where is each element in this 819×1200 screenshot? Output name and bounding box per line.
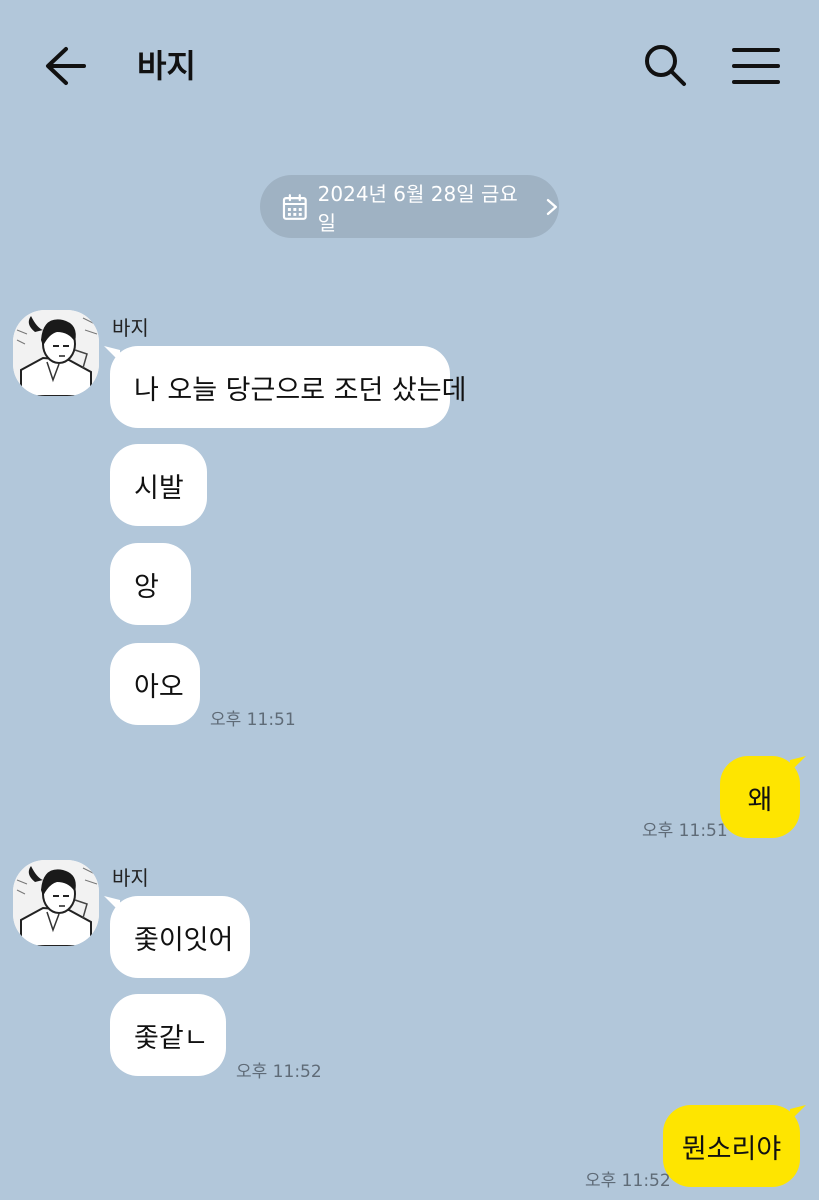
- profile-image: [13, 310, 99, 396]
- date-label: 2024년 6월 28일 금요일: [317, 181, 518, 235]
- search-icon: [645, 45, 686, 86]
- calendar-icon: [282, 193, 307, 220]
- back-arrow-icon: [46, 47, 86, 85]
- chat-header: 바지: [0, 0, 819, 130]
- date-divider[interactable]: 2024년 6월 28일 금요일: [260, 175, 559, 238]
- message-timestamp: 오후 11:52: [236, 1062, 322, 1082]
- profile-image: [13, 860, 99, 946]
- sender-name: 바지: [112, 866, 149, 890]
- message-timestamp: 오후 11:51: [642, 821, 728, 841]
- chevron-right-icon: [546, 198, 558, 215]
- message-timestamp: 오후 11:51: [210, 710, 296, 730]
- message-bubble[interactable]: 아오: [110, 643, 200, 725]
- hamburger-menu-icon: [732, 48, 780, 84]
- message-bubble[interactable]: 좇같ㄴ: [110, 994, 226, 1076]
- bubble-tail: [790, 756, 806, 772]
- chat-title: 바지: [137, 47, 196, 85]
- avatar[interactable]: [13, 310, 99, 396]
- message-bubble[interactable]: 나 오늘 당근으로 조던 샀는데: [110, 346, 466, 428]
- search-button[interactable]: [640, 40, 690, 90]
- sender-name: 바지: [112, 316, 149, 340]
- message-timestamp: 오후 11:52: [585, 1171, 671, 1191]
- message-bubble[interactable]: 앙: [110, 543, 191, 625]
- bubble-tail: [790, 1105, 806, 1121]
- menu-button[interactable]: [730, 42, 782, 90]
- back-button[interactable]: [40, 42, 92, 90]
- avatar[interactable]: [13, 860, 99, 946]
- my-message-bubble[interactable]: 왜: [720, 756, 800, 838]
- message-bubble[interactable]: 좇이잇어: [110, 896, 250, 978]
- my-message-bubble[interactable]: 뭔소리야: [663, 1105, 800, 1187]
- message-bubble[interactable]: 시발: [110, 444, 207, 526]
